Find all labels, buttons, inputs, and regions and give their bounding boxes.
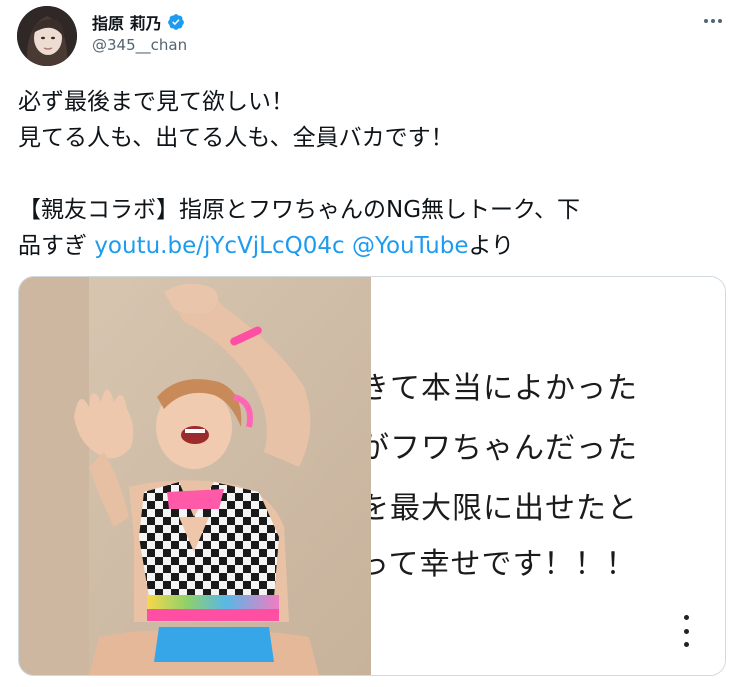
verified-badge-icon [167,14,184,30]
author-display-name[interactable]: 指原 莉乃 [92,10,162,34]
video-caption-line: って幸せです！！！ [371,547,637,582]
youtube-link[interactable]: youtu.be/jYcVjLcQ04c [94,233,344,259]
video-caption-panel: きて本当によかった がフワちゃんだった を最大限に出せたと って幸せです！！！ [371,277,725,675]
author-handle[interactable]: @345__chan [92,36,187,54]
card-more-dot [683,628,689,634]
more-options-button[interactable] [696,10,730,32]
tweet-text-line: 【親友コラボ】指原とフワちゃんのNG無しトーク、下 [18,197,580,223]
youtube-mention-link[interactable]: @YouTube [352,233,469,259]
card-more-dot [683,615,689,620]
tweet-text-line: 見てる人も、出てる人も、全員バカです！ [18,125,454,151]
author-avatar[interactable] [17,6,77,66]
video-caption-line: きて本当によかった [371,371,638,406]
link-mention-space [345,233,352,259]
tweet-text-fragment: 品すぎ [18,233,95,259]
author-name-row[interactable]: 指原 莉乃 [92,10,185,34]
tweet-text-fragment: より [468,233,515,259]
video-caption-line: を最大限に出せたと [371,491,638,526]
card-more-icon[interactable] [681,615,691,647]
tweet-text-line: 必ず最後まで見て欲しい！ [18,89,294,115]
video-caption-line: がフワちゃんだった [371,431,638,466]
more-options-icon [704,19,722,23]
tweet-text: 必ず最後まで見て欲しい！ 見てる人も、出てる人も、全員バカです！ 【親友コラボ】… [18,84,728,264]
media-card[interactable]: きて本当によかった がフワちゃんだった を最大限に出せたと って幸せです！！！ [18,276,726,676]
video-thumbnail-image[interactable] [19,277,371,675]
avatar-image [17,6,77,66]
tweet-text-line-last: 品すぎ youtu.be/jYcVjLcQ04c @YouTubeより [18,228,728,264]
card-more-dot [683,642,689,647]
